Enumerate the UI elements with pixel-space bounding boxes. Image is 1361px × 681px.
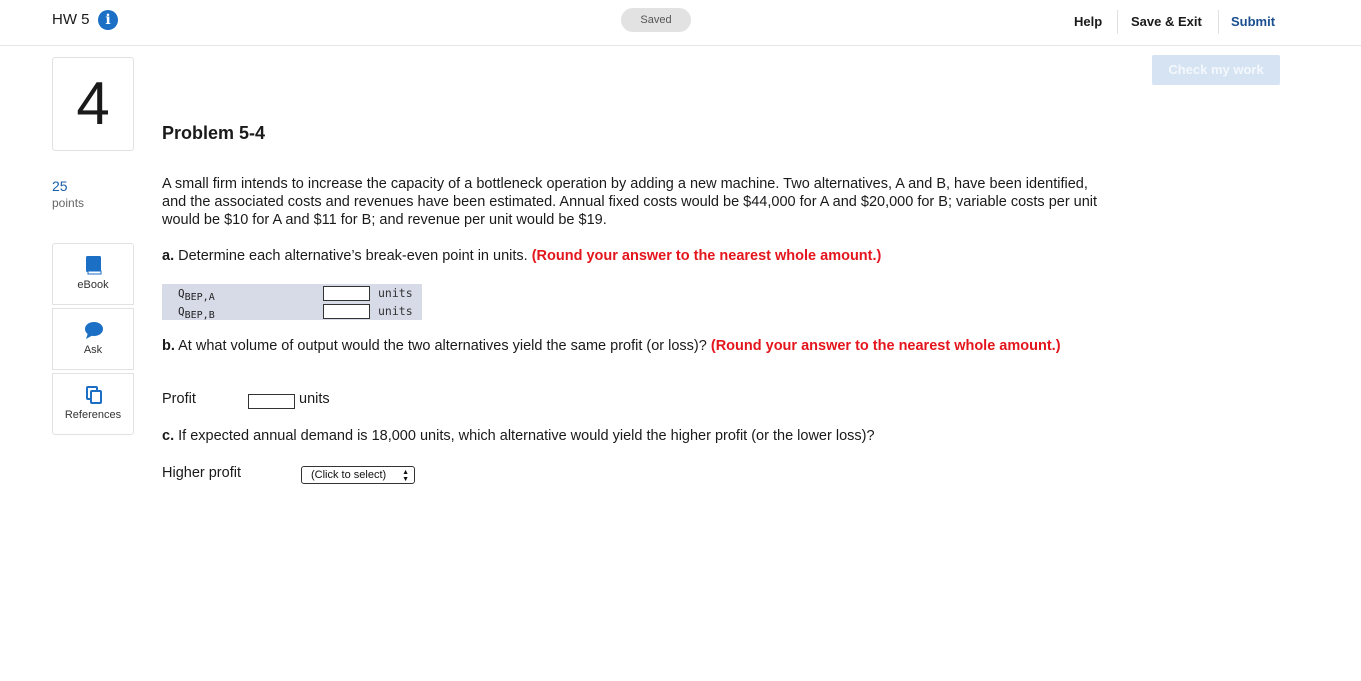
references-button[interactable]: References xyxy=(52,373,134,435)
part-a-text: Determine each alternative’s break-even … xyxy=(178,248,528,264)
help-link[interactable]: Help xyxy=(1074,14,1102,29)
part-b-question: b. At what volume of output would the tw… xyxy=(162,337,1092,355)
unit-label: units xyxy=(299,391,330,407)
table-row: QBEP,B units xyxy=(162,302,422,322)
submit-link[interactable]: Submit xyxy=(1231,14,1275,29)
table-row: QBEP,A units xyxy=(162,284,422,304)
unit-label: units xyxy=(378,304,413,318)
part-c-prefix: c. xyxy=(162,428,175,444)
part-a-prefix: a. xyxy=(162,248,175,264)
part-b-text: At what volume of output would the two a… xyxy=(178,338,707,354)
higher-profit-label: Higher profit xyxy=(162,465,241,481)
qbep-a-input[interactable] xyxy=(323,286,370,301)
ebook-label: eBook xyxy=(77,279,109,291)
ask-button[interactable]: Ask xyxy=(52,308,134,370)
profit-label: Profit xyxy=(162,391,196,407)
problem-title: Problem 5-4 xyxy=(162,123,266,143)
part-c-text: If expected annual demand is 18,000 unit… xyxy=(178,428,875,444)
divider xyxy=(1218,10,1219,34)
row-label: QBEP,A xyxy=(178,287,215,304)
profit-volume-input[interactable] xyxy=(248,394,295,409)
updown-arrow-icon: ▲ ▼ xyxy=(402,469,409,483)
qbep-b-input[interactable] xyxy=(323,304,370,319)
higher-profit-select[interactable]: (Click to select) ▲ ▼ xyxy=(301,466,415,484)
part-b-instruction: (Round your answer to the nearest whole … xyxy=(710,338,1061,354)
ask-label: Ask xyxy=(83,344,103,356)
check-my-work-button[interactable]: Check my work xyxy=(1152,55,1280,85)
question-number: 4 xyxy=(52,57,134,151)
problem-statement: A small firm intends to increase the cap… xyxy=(162,176,1098,228)
part-a-question: a. Determine each alternative’s break-ev… xyxy=(162,247,881,265)
points-value: 25 xyxy=(52,178,68,194)
part-a-instruction: (Round your answer to the nearest whole … xyxy=(531,248,882,264)
saved-status-badge: Saved xyxy=(621,8,691,32)
break-even-answer-table: QBEP,A units QBEP,B units xyxy=(162,284,422,322)
divider xyxy=(1117,10,1118,34)
book-icon xyxy=(86,256,102,275)
top-bar: HW 5 i Saved Help Save & Exit Submit xyxy=(0,0,1361,46)
part-b-prefix: b. xyxy=(162,338,175,354)
select-value: (Click to select) xyxy=(311,469,387,481)
points-label: points xyxy=(52,196,85,210)
info-icon[interactable]: i xyxy=(98,10,118,30)
unit-label: units xyxy=(378,286,413,300)
save-exit-link[interactable]: Save & Exit xyxy=(1131,14,1202,29)
row-label: QBEP,B xyxy=(178,305,215,322)
ebook-button[interactable]: eBook xyxy=(52,243,134,305)
chat-bubble-icon xyxy=(85,322,103,339)
references-label: References xyxy=(64,409,122,421)
part-c-question: c. If expected annual demand is 18,000 u… xyxy=(162,427,875,445)
assignment-title: HW 5 xyxy=(52,11,90,28)
copy-pages-icon xyxy=(86,386,102,404)
